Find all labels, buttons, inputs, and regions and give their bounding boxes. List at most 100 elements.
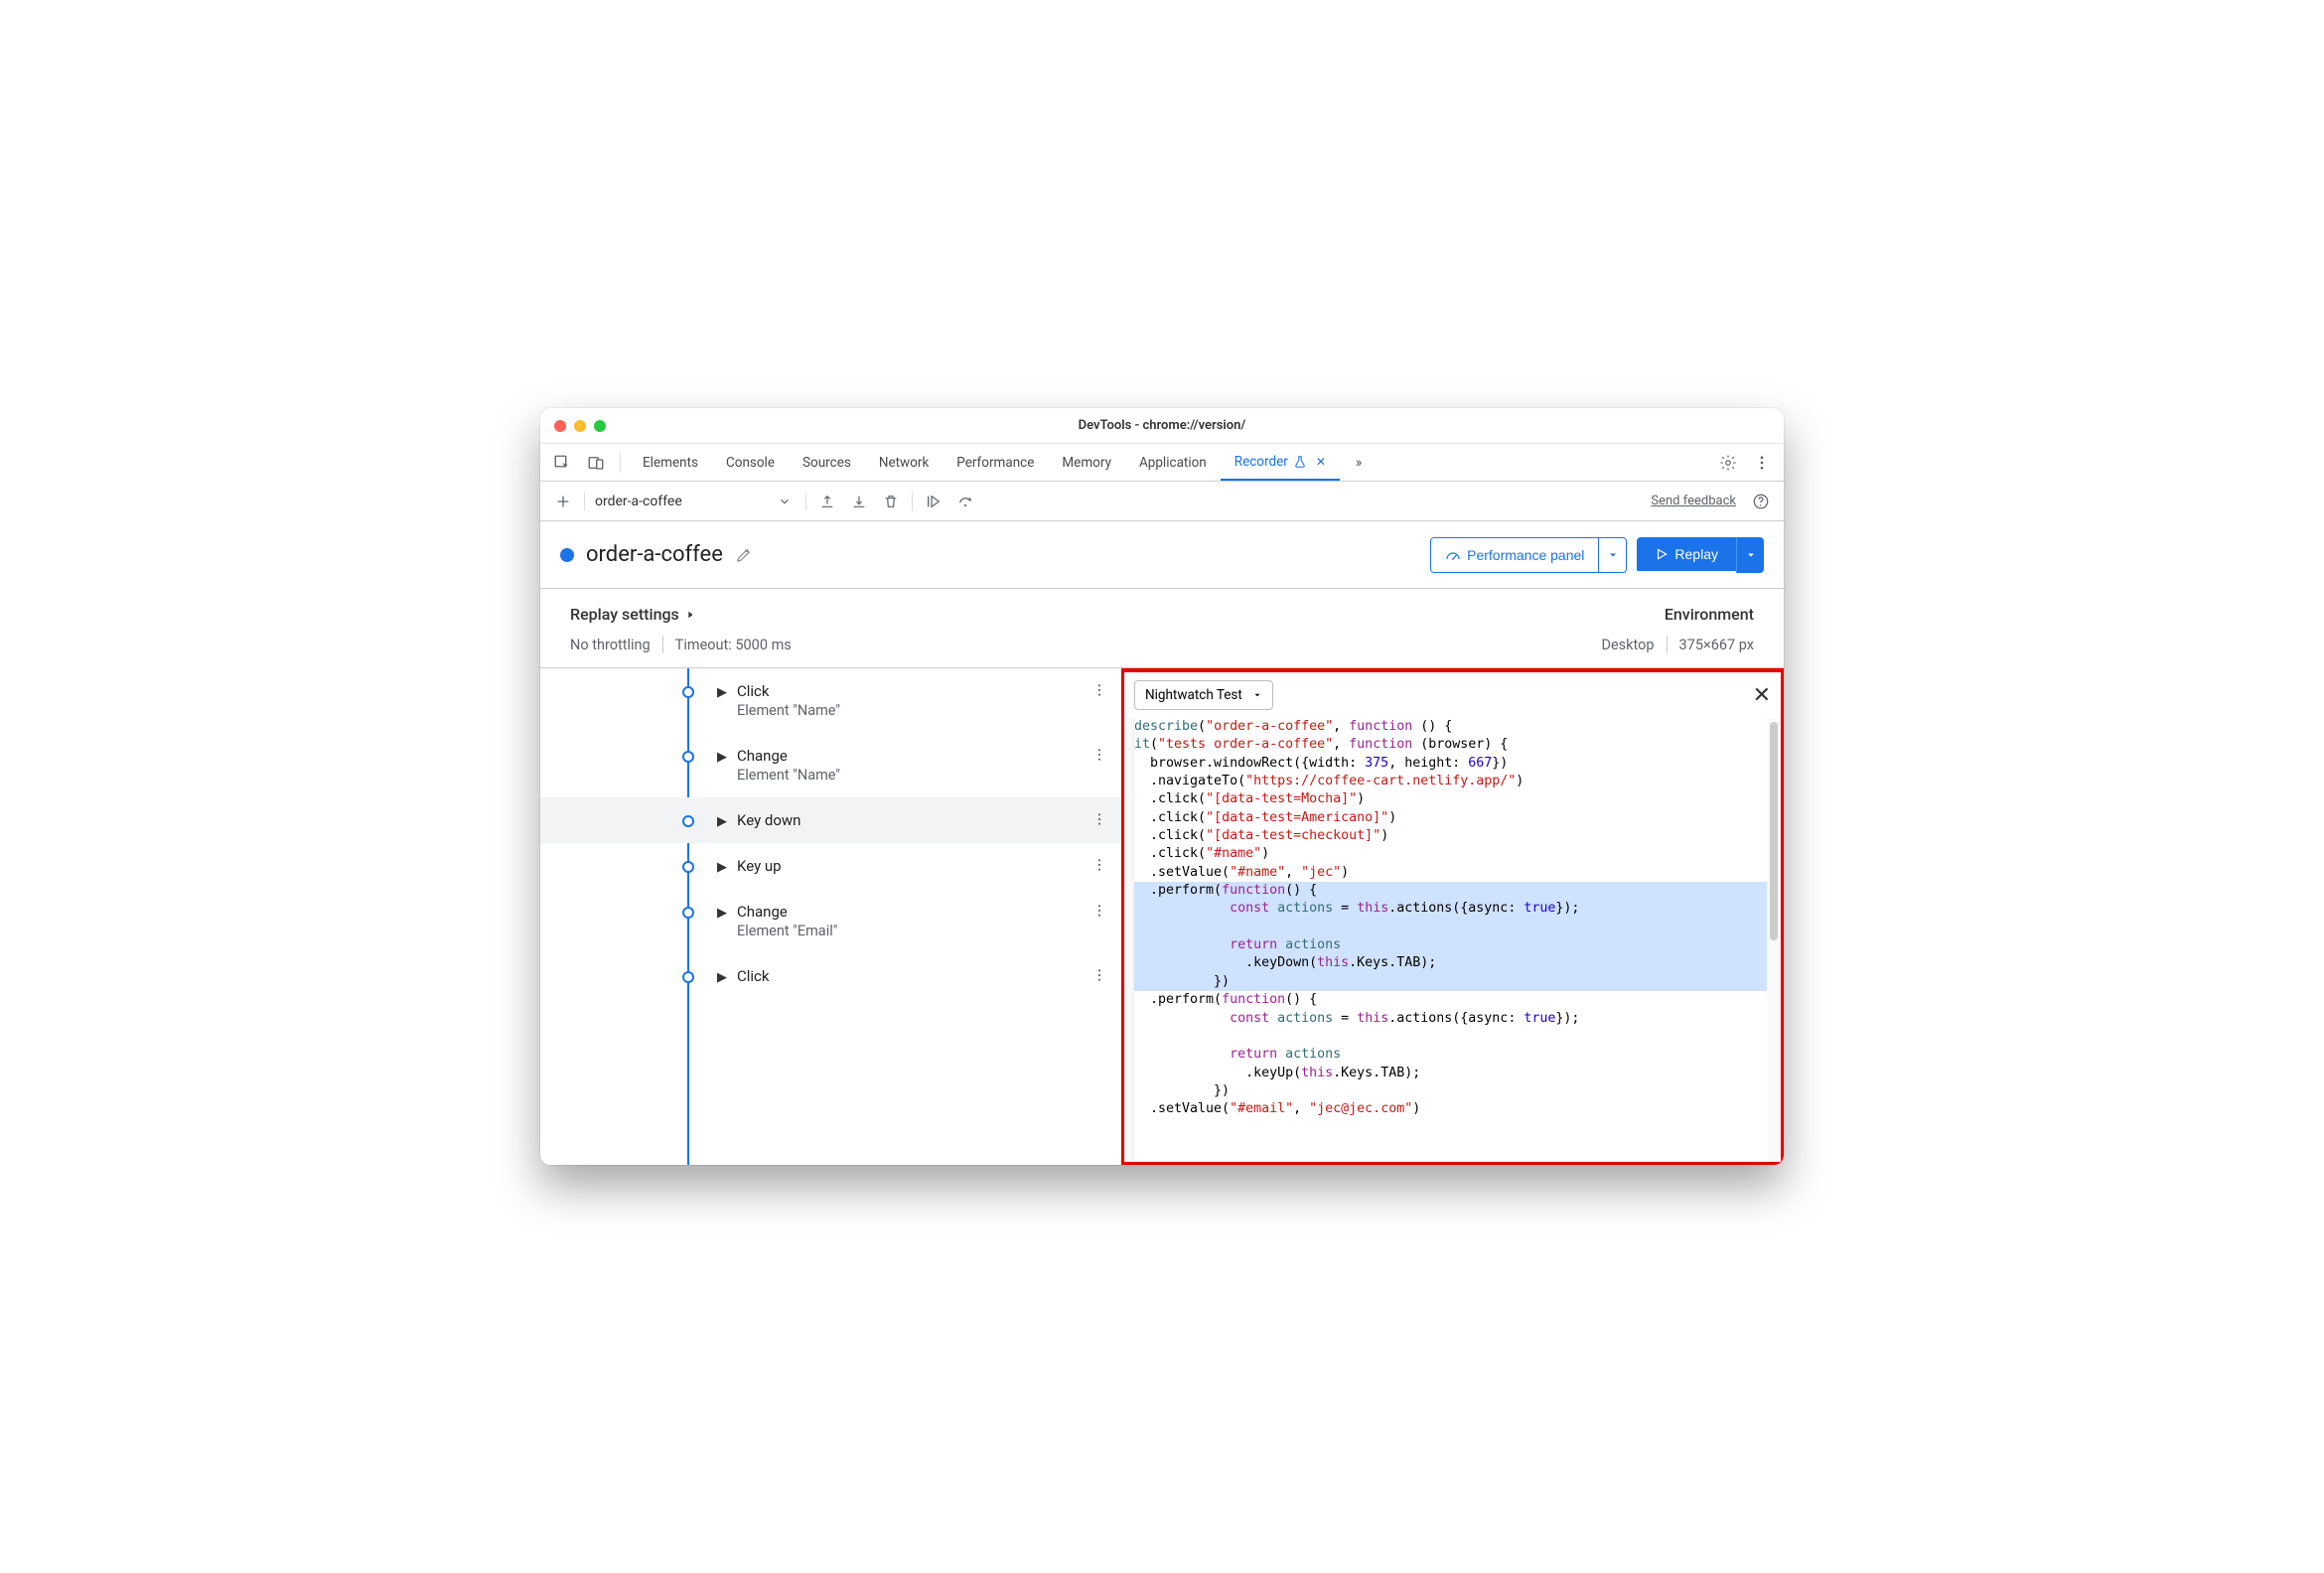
traffic-lights	[554, 420, 606, 432]
performance-panel-button[interactable]: Performance panel	[1431, 538, 1598, 572]
chevron-right-icon	[685, 610, 695, 620]
export-icon[interactable]	[816, 491, 838, 512]
step-row[interactable]: ▶ Key up	[540, 843, 1121, 889]
devtools-window: DevTools - chrome://version/ ElementsCon…	[540, 408, 1784, 1165]
step-marker-icon	[682, 971, 694, 983]
code-gutter	[1124, 718, 1134, 1162]
step-subtitle: Element "Name"	[737, 702, 1101, 719]
step-marker-icon	[682, 907, 694, 919]
separator	[584, 493, 585, 510]
step-menu-icon[interactable]	[1091, 857, 1107, 873]
steps-timeline: ▶ Click Element "Name" ▶ Change Element …	[540, 668, 1121, 1165]
device-value: Desktop	[1601, 637, 1654, 653]
experiment-flask-icon	[1293, 455, 1307, 469]
recording-selector[interactable]: order-a-coffee	[595, 494, 764, 509]
caret-down-icon	[1252, 690, 1262, 700]
scrollbar-thumb[interactable]	[1770, 722, 1778, 940]
main-content: ▶ Click Element "Name" ▶ Change Element …	[540, 668, 1784, 1165]
delete-icon[interactable]	[880, 491, 902, 512]
tabs-overflow-button[interactable]: »	[1342, 444, 1376, 481]
recording-indicator-icon	[560, 548, 574, 562]
separator	[662, 636, 663, 653]
replay-settings-toggle[interactable]: Replay settings	[570, 605, 695, 624]
tab-recorder[interactable]: Recorder✕	[1221, 444, 1340, 481]
tab-sources[interactable]: Sources	[789, 444, 865, 481]
recorder-toolbar: order-a-coffee Send feedback	[540, 482, 1784, 521]
code-content[interactable]: describe("order-a-coffee", function () {…	[1134, 718, 1767, 1162]
step-replay-icon[interactable]	[923, 491, 944, 512]
step-row[interactable]: ▶ Change Element "Name"	[540, 733, 1121, 797]
tab-application[interactable]: Application	[1125, 444, 1221, 481]
separator	[1667, 636, 1668, 653]
import-icon[interactable]	[848, 491, 870, 512]
step-menu-icon[interactable]	[1091, 747, 1107, 763]
help-icon[interactable]	[1750, 491, 1772, 512]
step-subtitle: Element "Name"	[737, 767, 1101, 784]
step-menu-icon[interactable]	[1091, 967, 1107, 983]
step-marker-icon	[682, 686, 694, 698]
step-marker-icon	[682, 815, 694, 827]
chevron-down-icon[interactable]	[774, 491, 796, 512]
send-feedback-link[interactable]: Send feedback	[1651, 494, 1736, 508]
zoom-window-button[interactable]	[594, 420, 606, 432]
step-menu-icon[interactable]	[1091, 811, 1107, 827]
window-title: DevTools - chrome://version/	[554, 418, 1770, 433]
settings-status-row: No throttling Timeout: 5000 ms Desktop 3…	[540, 628, 1784, 668]
tab-performance[interactable]: Performance	[943, 444, 1048, 481]
new-recording-button[interactable]	[552, 491, 574, 512]
inspect-element-icon[interactable]	[546, 449, 578, 477]
separator	[912, 493, 913, 510]
step-name: Change	[737, 747, 1101, 765]
step-marker-icon	[682, 861, 694, 873]
recording-title: order-a-coffee	[586, 542, 723, 567]
tab-elements[interactable]: Elements	[629, 444, 712, 481]
step-menu-icon[interactable]	[1091, 682, 1107, 698]
minimize-window-button[interactable]	[574, 420, 586, 432]
code-export-panel: Nightwatch Test ✕ describe("order-a-coff…	[1121, 668, 1784, 1165]
step-name: Click	[737, 967, 1101, 985]
separator	[620, 453, 621, 473]
replay-button-group: Replay	[1637, 537, 1764, 573]
vertical-scrollbar[interactable]	[1767, 718, 1781, 1162]
settings-gear-icon[interactable]	[1712, 449, 1744, 477]
tab-console[interactable]: Console	[712, 444, 789, 481]
expand-arrow-icon[interactable]: ▶	[717, 750, 727, 784]
settings-row: Replay settings Environment	[540, 589, 1784, 628]
replay-dropdown[interactable]	[1736, 537, 1764, 573]
more-menu-icon[interactable]	[1746, 449, 1778, 477]
devtools-tabs: ElementsConsoleSourcesNetworkPerformance…	[540, 444, 1784, 482]
titlebar: DevTools - chrome://version/	[540, 408, 1784, 444]
step-subtitle: Element "Email"	[737, 923, 1101, 939]
environment-label: Environment	[1665, 605, 1754, 624]
step-row[interactable]: ▶ Key down	[540, 797, 1121, 843]
step-row[interactable]: ▶ Click Element "Name"	[540, 668, 1121, 733]
expand-arrow-icon[interactable]: ▶	[717, 970, 727, 985]
expand-arrow-icon[interactable]: ▶	[717, 814, 727, 829]
step-row[interactable]: ▶ Click	[540, 953, 1121, 999]
tab-memory[interactable]: Memory	[1048, 444, 1125, 481]
dimensions-value: 375×667 px	[1679, 637, 1754, 653]
timeout-value: Timeout: 5000 ms	[675, 637, 792, 653]
close-panel-button[interactable]: ✕	[1753, 683, 1771, 708]
close-tab-icon[interactable]: ✕	[1316, 455, 1326, 469]
step-name: Change	[737, 903, 1101, 921]
edit-title-icon[interactable]	[735, 546, 753, 564]
step-row[interactable]: ▶ Change Element "Email"	[540, 889, 1121, 953]
performance-panel-button-group: Performance panel	[1430, 537, 1627, 573]
replay-button[interactable]: Replay	[1637, 537, 1736, 571]
throttling-value: No throttling	[570, 637, 651, 653]
performance-panel-dropdown[interactable]	[1598, 538, 1626, 572]
export-format-dropdown[interactable]: Nightwatch Test	[1134, 680, 1273, 710]
close-window-button[interactable]	[554, 420, 566, 432]
expand-arrow-icon[interactable]: ▶	[717, 685, 727, 719]
step-over-icon[interactable]	[954, 491, 976, 512]
code-scroll: describe("order-a-coffee", function () {…	[1124, 718, 1781, 1162]
step-menu-icon[interactable]	[1091, 903, 1107, 919]
tab-network[interactable]: Network	[865, 444, 943, 481]
separator	[805, 493, 806, 510]
expand-arrow-icon[interactable]: ▶	[717, 860, 727, 875]
code-toolbar: Nightwatch Test ✕	[1124, 672, 1781, 718]
expand-arrow-icon[interactable]: ▶	[717, 906, 727, 939]
device-toolbar-icon[interactable]	[580, 449, 612, 477]
recording-header: order-a-coffee Performance panel Replay	[540, 521, 1784, 589]
